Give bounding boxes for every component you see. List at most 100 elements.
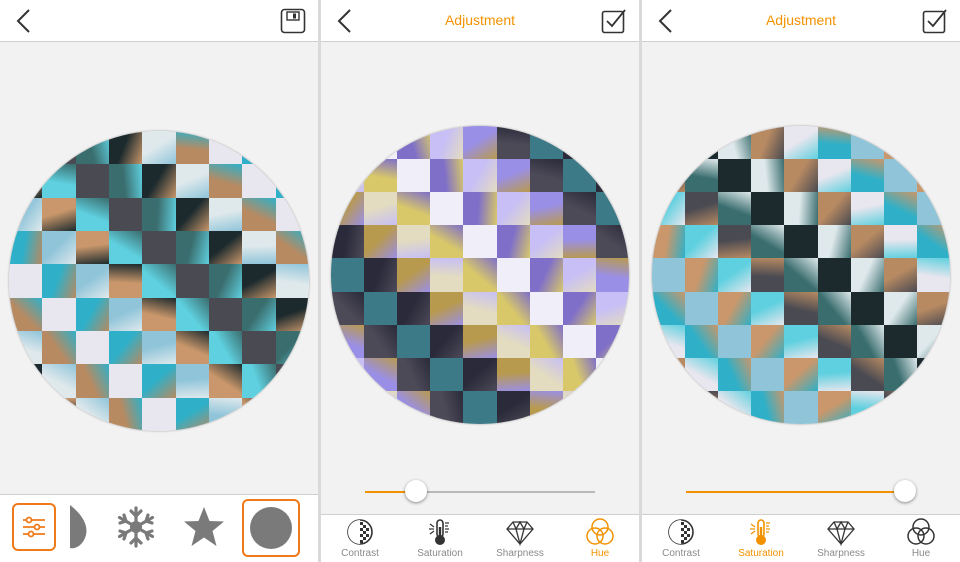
photo-tile — [784, 357, 818, 391]
photo-tile — [208, 397, 243, 431]
photo-tile — [562, 357, 596, 391]
photo-tile — [595, 324, 629, 358]
photo-tile — [430, 159, 464, 193]
adjustment-slider[interactable] — [365, 480, 595, 504]
photo-tile — [850, 159, 884, 193]
photo-tile — [42, 131, 76, 165]
collage-circle[interactable] — [331, 126, 629, 424]
tab-saturation[interactable]: Saturation — [726, 517, 796, 562]
photo-tile — [430, 291, 464, 325]
adjustment-tabbar: Contrast Saturation Sharpness Hue — [642, 514, 960, 562]
photo-tile — [595, 225, 629, 259]
photo-tile — [751, 291, 785, 325]
photo-tile — [142, 364, 176, 398]
photo-tile — [331, 159, 365, 193]
photo-tile — [562, 324, 596, 358]
photo-tile — [817, 390, 851, 424]
photo-tile — [42, 397, 76, 431]
photo-tile — [463, 192, 497, 226]
photo-tile — [595, 291, 629, 325]
photo-tile — [496, 225, 530, 259]
photo-tile — [496, 324, 530, 358]
confirm-checkbox-icon[interactable] — [601, 8, 627, 34]
photo-tile — [595, 159, 629, 193]
tab-label: Contrast — [341, 548, 379, 559]
tab-hue[interactable]: Hue — [886, 517, 956, 562]
slider-thumb[interactable] — [893, 480, 916, 502]
photo-tile — [397, 126, 431, 160]
photo-tile — [142, 131, 176, 165]
photo-tile — [364, 291, 398, 325]
photo-tile — [562, 159, 596, 193]
tab-saturation[interactable]: Saturation — [405, 517, 475, 562]
photo-tile — [751, 324, 785, 358]
save-icon[interactable] — [280, 8, 306, 34]
photo-tile — [685, 126, 719, 160]
photo-tile — [75, 297, 109, 331]
shape-toolbar — [0, 494, 318, 562]
tab-sharpness[interactable]: Sharpness — [485, 517, 555, 562]
photo-tile — [529, 357, 563, 391]
photo-tile — [562, 291, 596, 325]
confirm-checkbox-icon[interactable] — [922, 8, 948, 34]
photo-tile — [275, 197, 309, 231]
hue-circles-icon — [585, 517, 615, 547]
photo-tile — [242, 397, 276, 431]
snowflake-shape-button[interactable] — [114, 503, 158, 551]
photo-tile — [718, 390, 752, 424]
photo-tile — [397, 357, 431, 391]
tab-hue[interactable]: Hue — [565, 517, 635, 562]
photo-tile — [142, 330, 176, 365]
diamond-icon — [826, 517, 856, 547]
photo-tile — [850, 192, 884, 226]
photo-tile — [275, 397, 309, 431]
tab-contrast[interactable]: Contrast — [325, 517, 395, 562]
back-icon[interactable] — [12, 8, 36, 34]
photo-tile — [652, 324, 686, 358]
photo-tile — [751, 225, 785, 259]
photo-tile — [430, 357, 464, 391]
tab-sharpness[interactable]: Sharpness — [806, 517, 876, 562]
photo-tile — [42, 230, 76, 265]
photo-tile — [275, 364, 309, 398]
slider-thumb[interactable] — [404, 480, 427, 502]
photo-tile — [242, 330, 276, 365]
photo-tile — [685, 258, 719, 292]
photo-tile — [397, 159, 431, 193]
photo-tile — [817, 126, 851, 160]
photo-tile — [275, 330, 309, 365]
photo-tile — [331, 291, 365, 325]
tab-label: Saturation — [738, 548, 784, 559]
photo-tile — [595, 192, 629, 226]
photo-tile — [916, 324, 950, 358]
collage-circle[interactable] — [9, 131, 309, 431]
photo-tile — [652, 126, 686, 160]
photo-tile — [562, 258, 596, 292]
photo-tile — [397, 192, 431, 226]
photo-tile — [364, 126, 398, 160]
photo-tile — [817, 291, 851, 325]
photo-tile — [42, 330, 76, 365]
photo-tile — [42, 364, 76, 398]
photo-tile — [850, 225, 884, 259]
photo-tile — [718, 291, 752, 325]
photo-tile — [242, 131, 276, 165]
photo-tile — [208, 230, 243, 265]
teardrop-shape-button[interactable] — [58, 503, 102, 551]
photo-tile — [784, 324, 818, 358]
collage-circle[interactable] — [652, 126, 950, 424]
adjust-sliders-button[interactable] — [12, 503, 56, 551]
photo-tile — [496, 258, 530, 292]
adjustment-slider[interactable] — [686, 480, 916, 504]
photo-tile — [9, 330, 43, 365]
photo-tile — [916, 159, 950, 193]
thermometer-icon — [425, 517, 455, 547]
photo-tile — [685, 324, 719, 358]
star-shape-button[interactable] — [182, 503, 226, 551]
photo-tile — [208, 364, 243, 398]
photo-tile — [817, 159, 851, 193]
circle-shape-button[interactable] — [242, 499, 300, 557]
tab-contrast[interactable]: Contrast — [646, 517, 716, 562]
photo-tile — [331, 390, 365, 424]
photo-tile — [883, 159, 917, 193]
